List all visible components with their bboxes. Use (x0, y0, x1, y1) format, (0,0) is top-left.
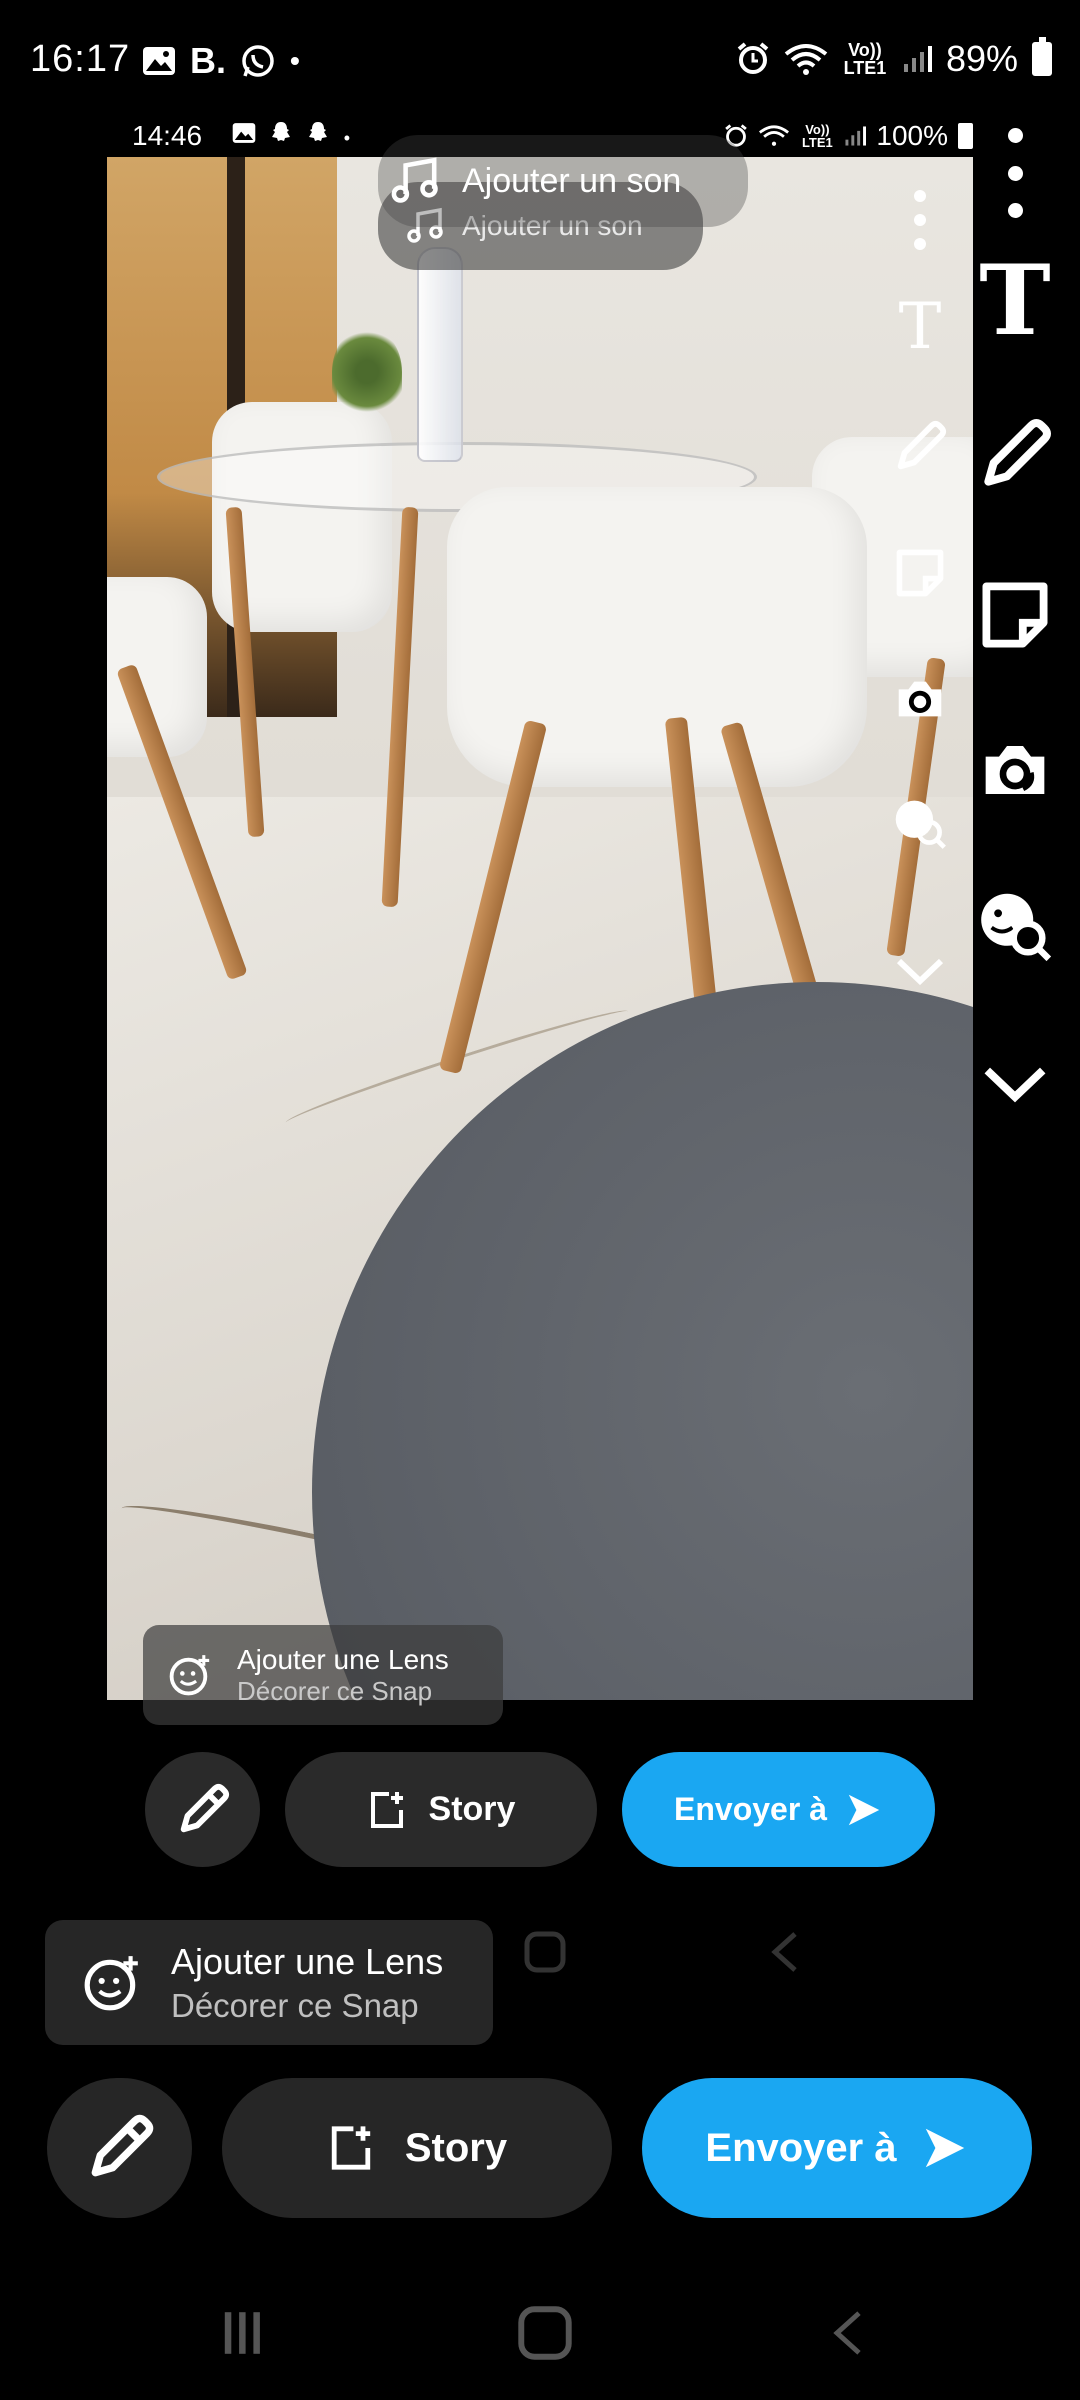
carrier-label: Vo)) LTE1 (843, 40, 887, 78)
signal-icon (845, 126, 867, 146)
water-bottle (417, 247, 463, 462)
add-story-icon (331, 2126, 371, 2170)
pencil-tool-icon[interactable] (970, 410, 1060, 500)
preview-pencil-button (145, 1752, 260, 1867)
preview-story-label: Story (428, 1790, 516, 1828)
nav-home-icon[interactable] (500, 2298, 590, 2368)
add-sound-button[interactable]: Ajouter un son (378, 135, 748, 227)
status-bar: 16:17 B. • Vo)) LTE1 89% (0, 0, 1080, 125)
snap-preview-photo[interactable] (107, 157, 973, 1700)
preview-sticker-icon (885, 545, 955, 614)
lens-title: Ajouter une Lens (171, 1940, 444, 1982)
status-right: Vo)) LTE1 89% (736, 37, 1052, 80)
preview-lens-bar: Ajouter une Lens Décorer ce Snap (143, 1625, 503, 1725)
lens-tool-icon[interactable] (970, 725, 1060, 815)
preview-carrier: Vo)) LTE1 (801, 122, 833, 150)
preview-status-time: 14:46 (132, 120, 203, 151)
signal-icon (903, 46, 932, 72)
chevron-down-icon[interactable] (970, 1040, 1060, 1130)
music-note-icon (391, 157, 438, 203)
preview-chevron-down-icon (885, 935, 955, 1000)
chair (447, 487, 867, 787)
snapchat-ghost-icon (309, 122, 328, 141)
preview-text-tool-icon: T (898, 290, 942, 364)
preview-battery-label: 100% (876, 120, 948, 151)
notification-dot: • (290, 45, 300, 76)
preview-story-button: Story (285, 1752, 597, 1867)
potted-plant (332, 327, 402, 417)
emoji-search-icon[interactable] (970, 880, 1060, 970)
wifi-icon (784, 44, 828, 75)
preview-lens-title: Ajouter une Lens (237, 1643, 449, 1675)
preview-pencil-icon (885, 418, 955, 489)
add-sound-label: Ajouter un son (462, 161, 682, 200)
lens-face-plus-icon (84, 1955, 138, 2010)
add-story-icon (370, 1791, 403, 1828)
status-left-icons: B. • (142, 40, 300, 82)
preview-lens-icon (885, 670, 955, 741)
battery-icon (1032, 37, 1052, 76)
preview-status-icons: • (232, 120, 356, 151)
pencil-icon (91, 2114, 153, 2177)
edit-button[interactable] (47, 2078, 192, 2218)
lens-face-plus-icon (169, 1655, 210, 1696)
alarm-icon (737, 42, 769, 74)
status-time: 16:17 (30, 38, 131, 80)
battery-label: 89% (945, 38, 1018, 79)
preview-nav-home-icon (505, 1930, 585, 1990)
preview-menu-dots-icon (885, 190, 955, 250)
preview-emoji-search-icon (885, 795, 955, 864)
whatsapp-icon (242, 45, 274, 77)
preview-send-label: Envoyer à (674, 1791, 827, 1827)
preview-send-button: Envoyer à (622, 1752, 935, 1867)
send-arrow-icon (925, 2128, 964, 2168)
send-to-label: Envoyer à (705, 2125, 897, 2170)
preview-status-right: Vo)) LTE1 100% (724, 120, 973, 152)
battery-icon (958, 123, 973, 149)
add-lens-button[interactable]: Ajouter une Lens Décorer ce Snap (45, 1920, 493, 2045)
send-arrow-icon (848, 1794, 880, 1825)
preview-nav-back-icon (745, 1930, 825, 1990)
wifi-icon (759, 125, 790, 146)
more-options-icon[interactable] (985, 128, 1045, 218)
b-app-icon: B. (190, 40, 226, 81)
nav-back-icon[interactable] (803, 2298, 893, 2368)
nav-recents-icon[interactable] (198, 2298, 288, 2368)
snapchat-ghost-icon (272, 122, 291, 141)
sticker-tool-icon[interactable] (970, 570, 1060, 660)
text-tool-icon[interactable]: T (970, 244, 1060, 357)
lens-subtitle: Décorer ce Snap (171, 1986, 419, 2024)
gallery-icon (143, 47, 175, 75)
pencil-icon (180, 1783, 229, 1832)
story-button[interactable]: Story (222, 2078, 612, 2218)
gallery-icon (232, 123, 256, 143)
notification-dot: • (343, 128, 357, 148)
send-to-button[interactable]: Envoyer à (642, 2078, 1032, 2218)
story-label: Story (404, 2125, 508, 2170)
preview-lens-subtitle: Décorer ce Snap (237, 1675, 433, 1706)
